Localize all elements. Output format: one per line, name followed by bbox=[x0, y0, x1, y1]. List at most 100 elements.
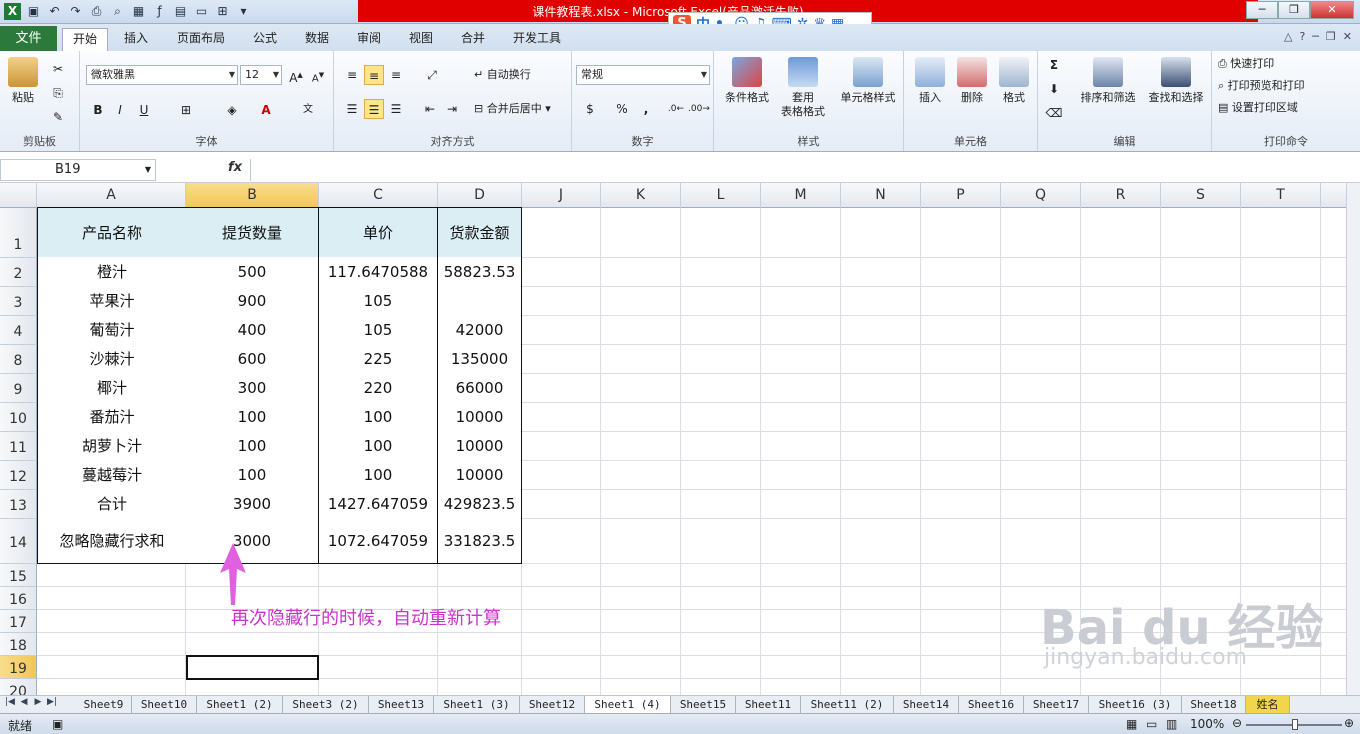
undo-icon[interactable]: ↶ bbox=[46, 3, 63, 20]
table-cell[interactable]: 1427.647059 bbox=[319, 489, 438, 519]
table-cell[interactable]: 500 bbox=[186, 257, 319, 287]
table-cell[interactable]: 135000 bbox=[438, 344, 522, 374]
table-cell[interactable]: 忽略隐藏行求和 bbox=[37, 518, 187, 564]
row-header-2[interactable]: 2 bbox=[0, 258, 37, 287]
spreadsheet-grid[interactable]: ABCDJKLMNPQRSTU 产品名称提货数量单价货款金额橙汁500117.6… bbox=[0, 183, 1346, 695]
column-header-U[interactable]: U bbox=[1321, 183, 1346, 208]
first-sheet-icon[interactable]: |◀ bbox=[4, 697, 16, 711]
row-header-8[interactable]: 8 bbox=[0, 345, 37, 374]
collapse-ribbon-icon[interactable]: △ bbox=[1284, 30, 1292, 43]
cell-styles-button[interactable]: 单元格样式 bbox=[834, 57, 902, 105]
print-preview-button[interactable]: ⌕ 打印预览和打印 bbox=[1218, 76, 1305, 96]
sheet-tab[interactable]: Sheet12 bbox=[520, 696, 585, 713]
font-size-combo[interactable]: 12 ▼ bbox=[240, 65, 282, 85]
column-header-N[interactable]: N bbox=[841, 183, 921, 208]
table-cell[interactable]: 合计 bbox=[37, 489, 187, 519]
font-name-combo[interactable]: 微软雅黑 ▼ bbox=[86, 65, 238, 85]
prev-sheet-icon[interactable]: ◀ bbox=[18, 697, 30, 711]
next-sheet-icon[interactable]: ▶ bbox=[32, 697, 44, 711]
table-cell[interactable]: 105 bbox=[319, 286, 438, 316]
selected-cell[interactable] bbox=[186, 655, 319, 680]
help-icon[interactable]: ? bbox=[1299, 30, 1305, 43]
tab-page-layout[interactable]: 页面布局 bbox=[170, 28, 232, 51]
zoom-out-icon[interactable]: ⊖ bbox=[1232, 716, 1242, 730]
row-header-10[interactable]: 10 bbox=[0, 403, 37, 432]
column-header-D[interactable]: D bbox=[438, 183, 522, 208]
find-select-button[interactable]: 查找和选择 bbox=[1142, 57, 1210, 105]
sheet-tab[interactable]: Sheet13 bbox=[369, 696, 434, 713]
decrease-decimal-icon[interactable]: .00→ bbox=[688, 99, 710, 119]
number-format-combo[interactable]: 常规 ▼ bbox=[576, 65, 710, 85]
fill-color-icon[interactable]: ◈ bbox=[222, 100, 242, 120]
table-cell[interactable]: 42000 bbox=[438, 315, 522, 345]
merge-center-button[interactable]: ⊟ 合并后居中 ▾ bbox=[474, 99, 551, 119]
column-header-T[interactable]: T bbox=[1241, 183, 1321, 208]
align-top-icon[interactable]: ≡ bbox=[342, 65, 362, 85]
page-layout-view-icon[interactable]: ▭ bbox=[1146, 717, 1157, 731]
column-header-M[interactable]: M bbox=[761, 183, 841, 208]
row-header-1[interactable]: 1 bbox=[0, 208, 37, 258]
table-cell[interactable]: 220 bbox=[319, 373, 438, 403]
row-header-9[interactable]: 9 bbox=[0, 374, 37, 403]
fill-icon[interactable]: ⬇ bbox=[1044, 79, 1064, 99]
paste-button[interactable]: 粘贴 bbox=[6, 57, 40, 105]
excel-logo-icon[interactable]: X bbox=[4, 3, 21, 20]
sheet-tab[interactable]: Sheet1 (4) bbox=[585, 696, 671, 713]
restore-button[interactable]: ❐ bbox=[1278, 1, 1310, 19]
row-header-17[interactable]: 17 bbox=[0, 610, 37, 633]
table-cell[interactable]: 10000 bbox=[438, 402, 522, 432]
bold-button[interactable]: B bbox=[88, 100, 108, 120]
column-header-R[interactable]: R bbox=[1081, 183, 1161, 208]
sheet-tab[interactable]: Sheet14 bbox=[894, 696, 959, 713]
orientation-icon[interactable]: ⤢ bbox=[422, 65, 442, 85]
zoom-level[interactable]: 100% bbox=[1190, 717, 1224, 731]
increase-indent-icon[interactable]: ⇥ bbox=[442, 99, 462, 119]
table-cell[interactable]: 100 bbox=[319, 431, 438, 461]
table-cell[interactable]: 600 bbox=[186, 344, 319, 374]
sheet-tab[interactable]: Sheet16 bbox=[959, 696, 1024, 713]
column-header-Q[interactable]: Q bbox=[1001, 183, 1081, 208]
row-header-13[interactable]: 13 bbox=[0, 490, 37, 519]
cut-icon[interactable]: ✂ bbox=[48, 59, 68, 79]
format-as-table-button[interactable]: 套用 表格格式 bbox=[772, 57, 834, 119]
page-icon[interactable]: ▭ bbox=[193, 3, 210, 20]
table-icon[interactable]: ▦ bbox=[130, 3, 147, 20]
align-middle-icon[interactable]: ≡ bbox=[364, 65, 384, 85]
table-cell[interactable]: 100 bbox=[319, 402, 438, 432]
row-header-20[interactable]: 20 bbox=[0, 679, 37, 695]
sheet-tab[interactable]: Sheet9 bbox=[76, 696, 132, 713]
sheet-tab[interactable]: Sheet11 (2) bbox=[801, 696, 894, 713]
sheet-tab[interactable]: Sheet15 bbox=[671, 696, 736, 713]
row-header-19[interactable]: 19 bbox=[0, 656, 37, 679]
table-cell[interactable]: 橙汁 bbox=[37, 257, 187, 287]
tab-developer[interactable]: 开发工具 bbox=[505, 28, 569, 51]
column-header-S[interactable]: S bbox=[1161, 183, 1241, 208]
zoom-in-icon[interactable]: ⊕ bbox=[1344, 716, 1354, 730]
vertical-scrollbar[interactable] bbox=[1346, 183, 1360, 695]
copy-icon[interactable]: ⎘ bbox=[48, 83, 68, 103]
print-preview-icon[interactable]: ⌕ bbox=[109, 3, 126, 20]
grow-font-icon[interactable]: A▲ bbox=[286, 65, 306, 85]
table-header-cell[interactable]: 货款金额 bbox=[438, 207, 522, 258]
sheet-tab[interactable]: Sheet1 (2) bbox=[197, 696, 283, 713]
redo-icon[interactable]: ↷ bbox=[67, 3, 84, 20]
table-cell[interactable]: 58823.53 bbox=[438, 257, 522, 287]
comma-button[interactable]: , bbox=[636, 99, 656, 119]
column-header-C[interactable]: C bbox=[319, 183, 438, 208]
conditional-format-button[interactable]: 条件格式 bbox=[718, 57, 776, 105]
row-header-15[interactable]: 15 bbox=[0, 564, 37, 587]
sheet-tab[interactable]: Sheet3 (2) bbox=[283, 696, 369, 713]
tab-insert[interactable]: 插入 bbox=[115, 28, 157, 51]
table-cell[interactable]: 3000 bbox=[186, 518, 319, 564]
currency-icon[interactable]: $ bbox=[580, 99, 600, 119]
clear-icon[interactable]: ⌫ bbox=[1044, 103, 1064, 123]
align-right-icon[interactable]: ☰ bbox=[386, 99, 406, 119]
insert-cells-button[interactable]: 插入 bbox=[910, 57, 950, 105]
table-cell[interactable]: 苹果汁 bbox=[37, 286, 187, 316]
save-icon[interactable]: ▣ bbox=[25, 3, 42, 20]
last-sheet-icon[interactable]: ▶| bbox=[46, 697, 58, 711]
minimize-button[interactable]: ─ bbox=[1246, 1, 1278, 19]
function-icon[interactable]: ƒ bbox=[151, 3, 168, 20]
table-cell[interactable]: 葡萄汁 bbox=[37, 315, 187, 345]
sheet-tab[interactable]: 姓名 bbox=[1246, 696, 1290, 713]
